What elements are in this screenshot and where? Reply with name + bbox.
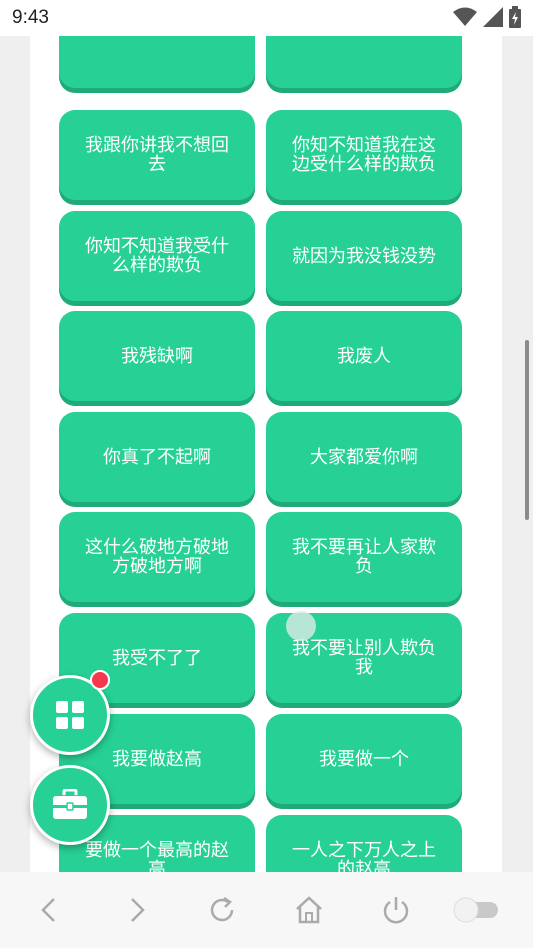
sound-button[interactable]: 我不要再让人家欺负 [266, 512, 462, 602]
forward-icon[interactable] [120, 894, 152, 926]
notification-badge [90, 670, 110, 690]
scrollbar[interactable] [525, 340, 529, 520]
bottom-nav [0, 872, 533, 948]
sound-button[interactable]: 我废人 [266, 311, 462, 401]
battery-icon [509, 6, 521, 28]
signal-icon [483, 7, 503, 27]
back-icon[interactable] [34, 894, 66, 926]
sound-button[interactable]: 你真了不起啊 [59, 412, 255, 502]
sound-button[interactable]: 你知不知道我在这边受什么样的欺负 [266, 110, 462, 200]
sound-button[interactable]: 你知不知道我受什么样的欺负 [59, 211, 255, 301]
soundboard-panel: 我跟你讲我不想回去 你知不知道我在这边受什么样的欺负 你知不知道我受什么样的欺负… [30, 36, 502, 872]
sound-button[interactable]: 这什么破地方破地方破地方啊 [59, 512, 255, 602]
sound-button[interactable]: 我要做一个 [266, 714, 462, 804]
sound-button[interactable] [59, 36, 255, 88]
wifi-icon [453, 7, 477, 26]
touch-indicator [286, 611, 316, 641]
refresh-icon[interactable] [206, 894, 238, 926]
status-bar: 9:43 [0, 0, 533, 36]
sound-button[interactable] [266, 36, 462, 88]
toolbox-icon [53, 789, 87, 819]
home-icon[interactable] [293, 894, 325, 926]
sound-button[interactable]: 大家都爱你啊 [266, 412, 462, 502]
sound-button[interactable]: 我残缺啊 [59, 311, 255, 401]
power-icon[interactable] [380, 894, 412, 926]
grid-icon [56, 701, 84, 729]
status-time: 9:43 [12, 7, 49, 28]
sound-button[interactable]: 一人之下万人之上的赵高 [266, 815, 462, 872]
status-icons [453, 6, 521, 28]
toggle-icon[interactable] [452, 896, 500, 924]
toolbox-fab[interactable] [30, 765, 110, 845]
sound-button[interactable]: 我跟你讲我不想回去 [59, 110, 255, 200]
sound-button[interactable]: 就因为我没钱没势 [266, 211, 462, 301]
